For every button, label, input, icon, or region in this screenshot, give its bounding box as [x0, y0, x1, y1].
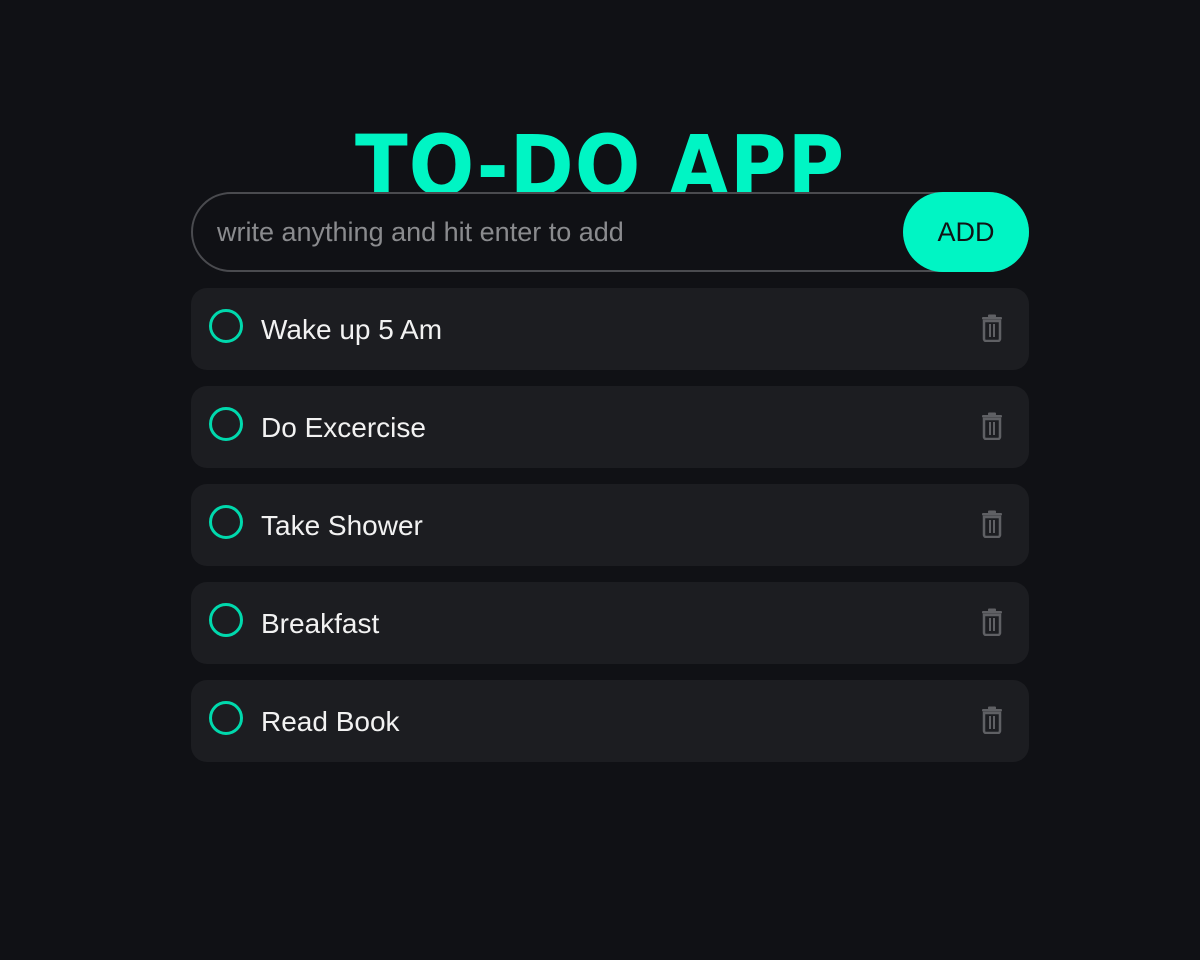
trash-icon[interactable] [981, 706, 1003, 734]
todo-app: TO-DO APP ADD Wake up 5 Am Do Excercise [0, 0, 1200, 960]
todo-text[interactable]: Do Excercise [261, 386, 426, 468]
todo-item: Wake up 5 Am [191, 288, 1029, 370]
add-todo-form: ADD [191, 192, 1029, 272]
todo-text[interactable]: Breakfast [261, 582, 379, 664]
todo-item: Breakfast [191, 582, 1029, 664]
todo-list: Wake up 5 Am Do Excercise Take Shower Br… [191, 288, 1029, 778]
trash-icon[interactable] [981, 608, 1003, 636]
todo-item: Take Shower [191, 484, 1029, 566]
complete-toggle-circle-icon[interactable] [209, 603, 243, 637]
complete-toggle-circle-icon[interactable] [209, 701, 243, 735]
trash-icon[interactable] [981, 510, 1003, 538]
todo-text[interactable]: Take Shower [261, 484, 423, 566]
trash-icon[interactable] [981, 314, 1003, 342]
todo-item: Do Excercise [191, 386, 1029, 468]
complete-toggle-circle-icon[interactable] [209, 505, 243, 539]
todo-text[interactable]: Wake up 5 Am [261, 288, 442, 370]
trash-icon[interactable] [981, 412, 1003, 440]
add-button[interactable]: ADD [903, 192, 1029, 272]
complete-toggle-circle-icon[interactable] [209, 309, 243, 343]
todo-text[interactable]: Read Book [261, 680, 400, 762]
complete-toggle-circle-icon[interactable] [209, 407, 243, 441]
todo-item: Read Book [191, 680, 1029, 762]
